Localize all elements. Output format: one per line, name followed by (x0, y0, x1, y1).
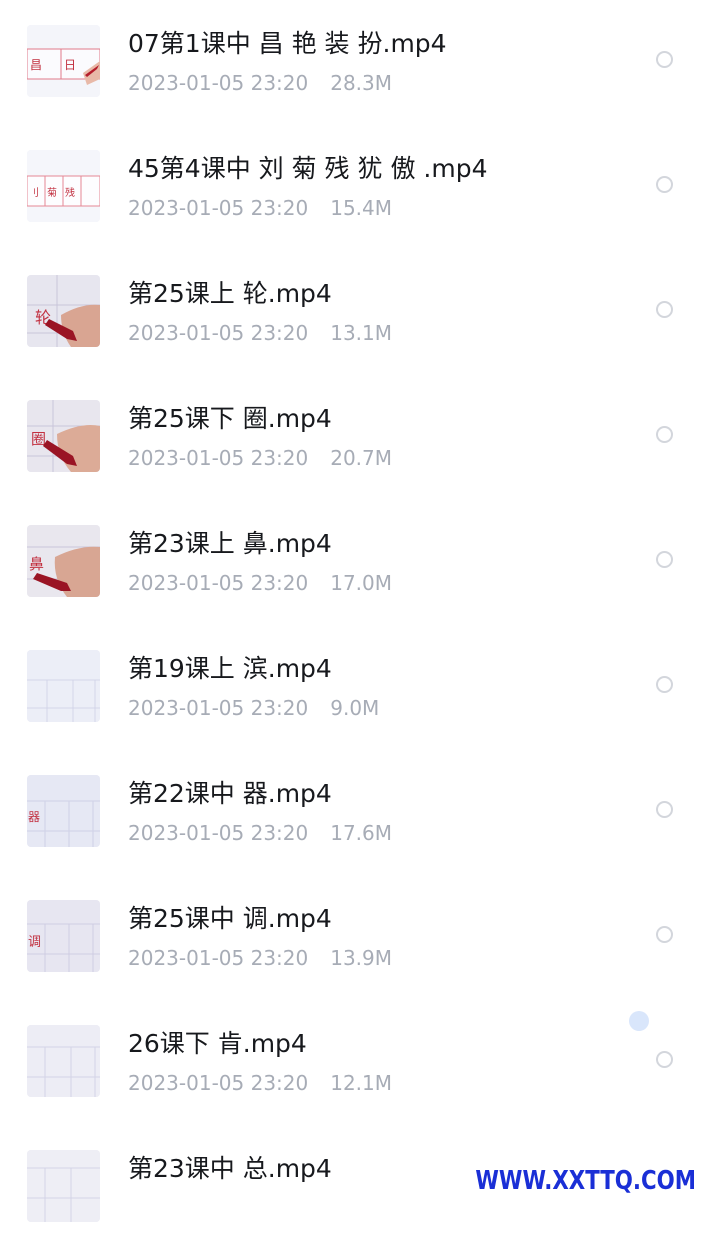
file-row[interactable]: 26课下 肯.mp4 2023-01-05 23:20 12.1M (0, 999, 702, 1124)
video-thumbnail[interactable]: 调 (27, 900, 100, 972)
video-thumbnail[interactable] (27, 1025, 100, 1097)
select-radio[interactable] (656, 926, 673, 943)
file-meta: 2023-01-05 23:20 12.1M (128, 1069, 392, 1097)
file-name: 第25课上 轮.mp4 (128, 279, 332, 308)
file-name: 第25课下 圈.mp4 (128, 404, 332, 433)
floating-indicator-dot (629, 1011, 649, 1031)
file-size: 12.1M (330, 1071, 393, 1095)
select-radio[interactable] (656, 426, 673, 443)
select-radio[interactable] (656, 51, 673, 68)
file-name: 第25课中 调.mp4 (128, 904, 332, 933)
video-thumbnail[interactable] (27, 650, 100, 722)
file-date: 2023-01-05 23:20 (128, 196, 309, 220)
select-radio[interactable] (656, 176, 673, 193)
file-name: 26课下 肯.mp4 (128, 1029, 307, 1058)
file-size: 17.0M (330, 571, 393, 595)
svg-text:调: 调 (28, 935, 41, 950)
file-date: 2023-01-05 23:20 (128, 1071, 309, 1095)
select-radio[interactable] (656, 301, 673, 318)
file-size: 17.6M (330, 821, 393, 845)
svg-text:残: 残 (65, 186, 75, 199)
file-row[interactable]: 圈 第25课下 圈.mp4 2023-01-05 23:20 20.7M (0, 374, 702, 499)
file-name: 第23课上 鼻.mp4 (128, 529, 332, 558)
file-row[interactable]: 鼻 第23课上 鼻.mp4 2023-01-05 23:20 17.0M (0, 499, 702, 624)
file-meta: 2023-01-05 23:20 9.0M (128, 694, 379, 722)
file-date: 2023-01-05 23:20 (128, 571, 309, 595)
watermark-text: WWW.XXTTQ.COM (475, 1166, 696, 1196)
svg-text:日: 日 (64, 58, 76, 72)
file-date: 2023-01-05 23:20 (128, 946, 309, 970)
select-radio[interactable] (656, 676, 673, 693)
file-meta: 2023-01-05 23:20 13.1M (128, 319, 392, 347)
select-radio[interactable] (656, 801, 673, 818)
video-thumbnail[interactable]: 昌 日 (27, 25, 100, 97)
file-row[interactable]: 调 第25课中 调.mp4 2023-01-05 23:20 13.9M (0, 874, 702, 999)
file-name: 第23课中 总.mp4 (128, 1154, 332, 1183)
file-row[interactable]: 轮 第25课上 轮.mp4 2023-01-05 23:20 13.1M (0, 249, 702, 374)
select-radio[interactable] (656, 551, 673, 568)
video-thumbnail[interactable]: 刂 菊 残 (27, 150, 100, 222)
file-meta: 2023-01-05 23:20 13.9M (128, 944, 392, 972)
file-date: 2023-01-05 23:20 (128, 821, 309, 845)
file-row[interactable]: 昌 日 07第1课中 昌 艳 装 扮.mp4 2023-01-05 23:20 2… (0, 0, 702, 124)
file-list: 昌 日 07第1课中 昌 艳 装 扮.mp4 2023-01-05 23:20 2… (0, 0, 702, 1249)
file-size: 13.9M (330, 946, 393, 970)
video-thumbnail[interactable]: 器 (27, 775, 100, 847)
file-row[interactable]: 器 第22课中 器.mp4 2023-01-05 23:20 17.6M (0, 749, 702, 874)
svg-text:菊: 菊 (47, 187, 57, 199)
file-meta: 2023-01-05 23:20 17.6M (128, 819, 392, 847)
video-thumbnail[interactable]: 鼻 (27, 525, 100, 597)
select-radio[interactable] (656, 1051, 673, 1068)
svg-text:器: 器 (28, 810, 40, 824)
video-thumbnail[interactable]: 轮 (27, 275, 100, 347)
file-meta (128, 1194, 150, 1222)
file-date: 2023-01-05 23:20 (128, 696, 309, 720)
file-name: 第19课上 滨.mp4 (128, 654, 332, 683)
file-meta: 2023-01-05 23:20 28.3M (128, 69, 392, 97)
file-meta: 2023-01-05 23:20 17.0M (128, 569, 392, 597)
file-date: 2023-01-05 23:20 (128, 446, 309, 470)
file-row[interactable]: 第19课上 滨.mp4 2023-01-05 23:20 9.0M (0, 624, 702, 749)
file-name: 07第1课中 昌 艳 装 扮.mp4 (128, 29, 447, 58)
svg-text:鼻: 鼻 (29, 555, 44, 573)
file-size: 13.1M (330, 321, 393, 345)
svg-text:昌: 昌 (30, 58, 42, 72)
file-meta: 2023-01-05 23:20 20.7M (128, 444, 392, 472)
file-row[interactable]: 刂 菊 残 45第4课中 刘 菊 残 犹 傲 .mp4 2023-01-05 2… (0, 124, 702, 249)
file-size: 20.7M (330, 446, 393, 470)
video-thumbnail[interactable]: 圈 (27, 400, 100, 472)
video-thumbnail[interactable] (27, 1150, 100, 1222)
file-size: 15.4M (330, 196, 393, 220)
svg-text:刂: 刂 (29, 187, 39, 199)
file-name: 45第4课中 刘 菊 残 犹 傲 .mp4 (128, 154, 488, 183)
file-size: 9.0M (330, 696, 380, 720)
file-meta: 2023-01-05 23:20 15.4M (128, 194, 392, 222)
file-date: 2023-01-05 23:20 (128, 321, 309, 345)
file-date: 2023-01-05 23:20 (128, 71, 309, 95)
file-name: 第22课中 器.mp4 (128, 779, 332, 808)
file-size: 28.3M (330, 71, 393, 95)
